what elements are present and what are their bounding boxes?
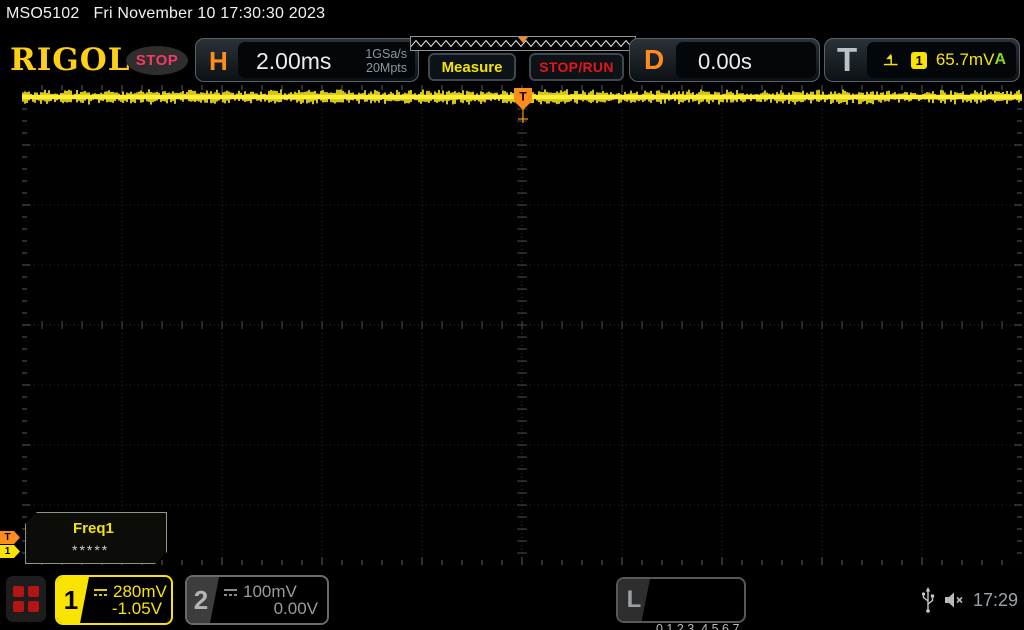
clock: 17:29	[972, 589, 1018, 610]
measurement-popup[interactable]: Freq1 *****	[25, 512, 167, 564]
measure-button[interactable]: Measure	[428, 53, 516, 81]
oscilloscope-screen: MSO5102 Fri November 10 17:30:30 2023 RIG…	[0, 0, 1024, 630]
delay-label: D	[644, 44, 665, 75]
measurement-value: *****	[72, 542, 110, 558]
stop-run-button[interactable]: STOP/RUN	[529, 53, 624, 81]
function-menu-button[interactable]	[6, 576, 46, 622]
menu-grid-icon	[13, 586, 24, 597]
horizontal-label: H	[209, 46, 228, 76]
channel2-number: 2	[187, 577, 219, 623]
logic-row-0-7: 0 1 2 3 4 5 6 7	[656, 622, 740, 630]
usb-icon	[921, 587, 935, 613]
bottom-bar: 1 280mV -1.05V 2 100mV 0.00V L 0 1 2 3 4…	[0, 570, 1024, 630]
trigger-panel[interactable]: T 1 65.7mV A	[824, 38, 1020, 82]
trigger-mode: A	[994, 51, 1006, 68]
menu-grid-icon	[28, 586, 39, 597]
measurement-name: Freq1	[73, 520, 114, 537]
logic-label: L	[618, 579, 650, 621]
sample-rate-info: 1GSa/s 20Mpts	[365, 47, 407, 75]
datetime: Fri November 10 17:30:30 2023	[93, 5, 326, 22]
timebase-value: 2.00ms	[256, 48, 332, 74]
horizontal-inner: 2.00ms 1GSa/s 20Mpts	[238, 42, 415, 78]
channel2-offset: 0.00V	[273, 599, 318, 618]
trigger-level-flag[interactable]: T	[0, 531, 20, 544]
acquisition-status-badge: STOP	[126, 46, 188, 75]
trigger-level-value: 65.7mV	[935, 50, 995, 69]
delay-value: 0.00s	[698, 49, 752, 74]
memory-overview-strip[interactable]	[410, 36, 637, 51]
logic-channels-status[interactable]: L 0 1 2 3 4 5 6 7 8 9 1011 12131415	[616, 577, 746, 630]
channel1-status[interactable]: 1 280mV -1.05V	[55, 575, 173, 625]
trigger-source-badge: 1	[911, 51, 927, 69]
trigger-inner: 1 65.7mV A	[867, 42, 1016, 78]
rigol-logo: RIGOL	[10, 42, 131, 78]
channel1-number: 1	[57, 577, 89, 623]
sample-rate: 1GSa/s	[365, 47, 407, 61]
waveform-display[interactable]: T	[22, 85, 1022, 565]
waveform-grid: T	[22, 85, 1022, 565]
delay-inner: 0.00s	[676, 42, 816, 78]
channel1-offset: -1.05V	[111, 599, 162, 618]
trigger-label: T	[837, 41, 858, 78]
memory-depth: 20Mpts	[366, 61, 407, 75]
horizontal-panel[interactable]: H 2.00ms 1GSa/s 20Mpts	[195, 38, 419, 82]
model-name: MSO5102	[6, 5, 80, 22]
delay-panel[interactable]: D 0.00s	[629, 38, 820, 82]
header: RIGOL STOP H 2.00ms 1GSa/s 20Mpts Measur…	[0, 30, 1024, 85]
title-bar: MSO5102 Fri November 10 17:30:30 2023	[6, 5, 325, 23]
rising-edge-icon	[883, 53, 898, 66]
channel2-status[interactable]: 2 100mV 0.00V	[185, 575, 329, 625]
dc-coupling-icon	[94, 588, 107, 596]
trigger-marker-letter: T	[519, 90, 527, 104]
window-position-marker[interactable]	[518, 37, 528, 43]
menu-grid-icon	[13, 601, 24, 612]
dc-coupling-icon	[224, 588, 237, 596]
menu-grid-icon	[28, 601, 39, 612]
speaker-muted-icon[interactable]	[943, 590, 965, 610]
channel1-position-flag[interactable]: 1	[0, 545, 20, 558]
